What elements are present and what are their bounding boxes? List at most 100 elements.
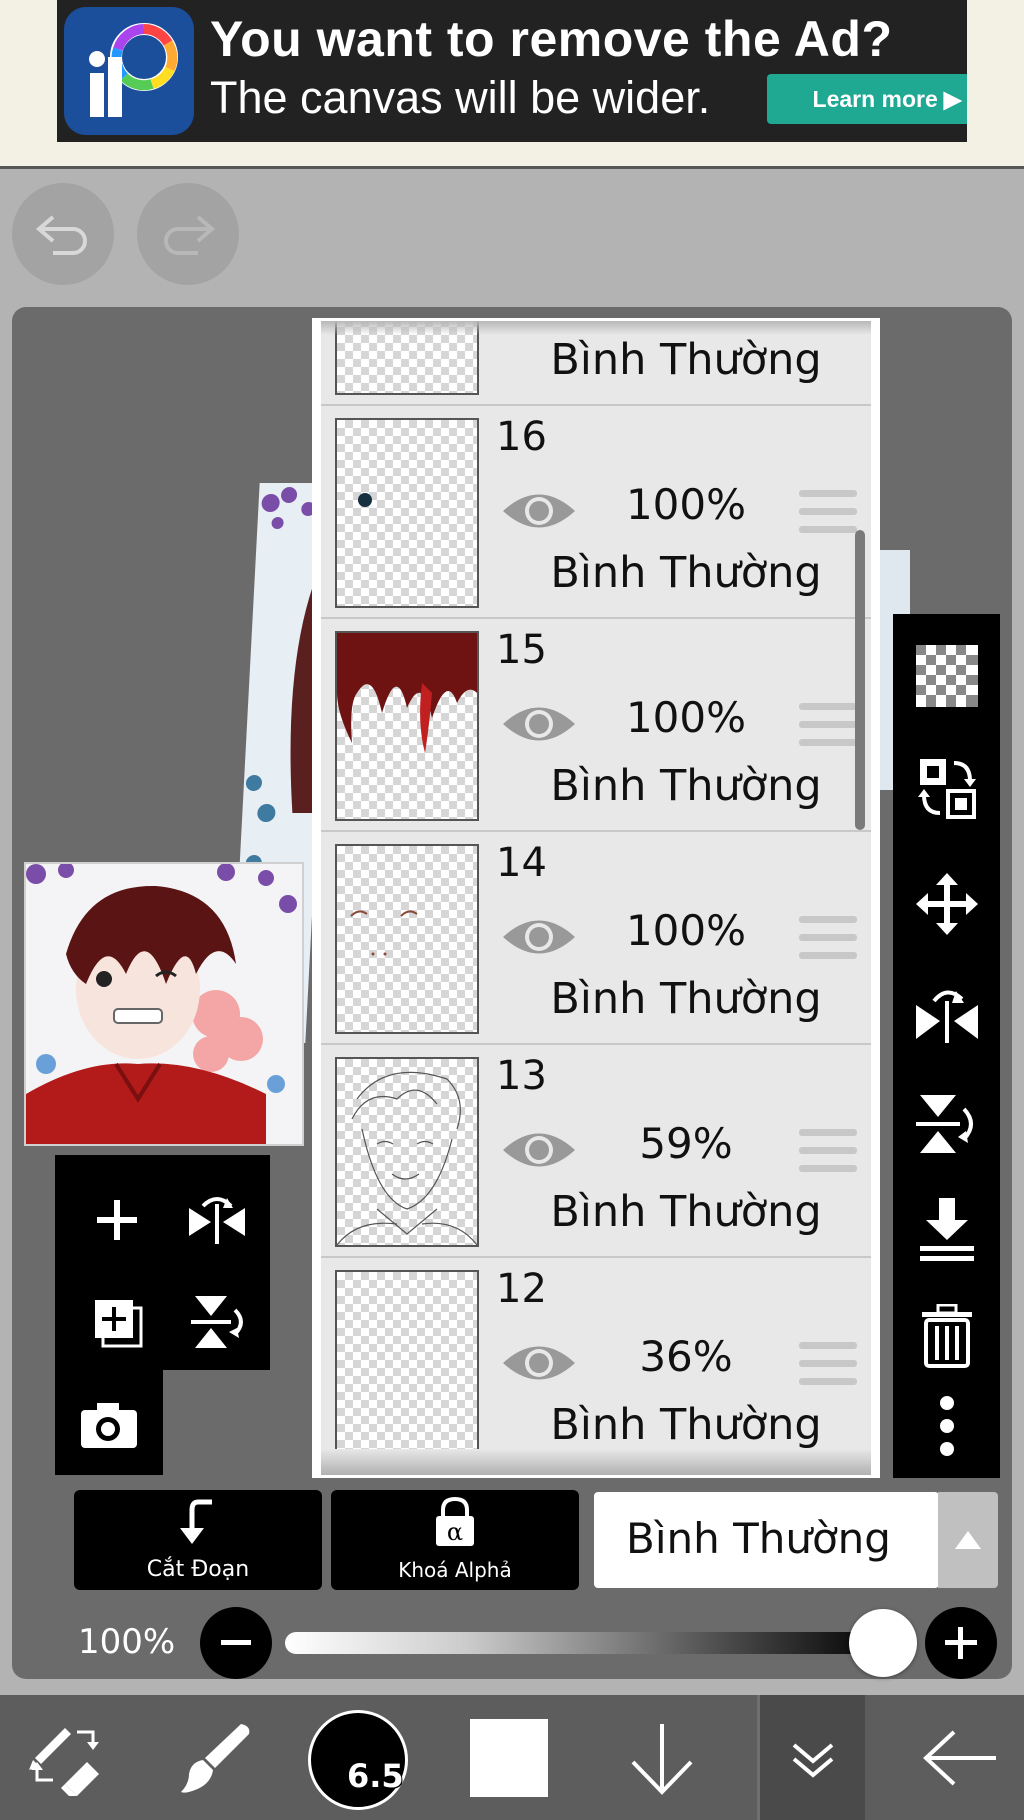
- layer-row[interactable]: 15 100% Bình Thường: [321, 619, 871, 832]
- clipping-label: Cắt Đoạn: [146, 1557, 250, 1582]
- plus-icon: [945, 1627, 977, 1659]
- redo-icon: [164, 215, 216, 255]
- layer-thumbnail: [335, 631, 479, 821]
- drag-handle-icon[interactable]: [799, 703, 857, 747]
- layers-panel-toggle-button[interactable]: [757, 1695, 865, 1820]
- navigator-preview[interactable]: [24, 862, 304, 1146]
- layer-number: 16: [496, 414, 547, 460]
- ad-area: You want to remove the Ad? The canvas wi…: [0, 0, 1024, 169]
- move-arrows-icon: [915, 873, 978, 935]
- blend-mode-value: Bình Thường: [626, 1514, 891, 1563]
- add-layer-button[interactable]: [72, 1175, 162, 1265]
- layer-actions-column: [893, 614, 1000, 1478]
- layer-opacity: 59%: [639, 1119, 733, 1168]
- camera-button[interactable]: [64, 1380, 154, 1470]
- layer-blend-mode: Bình Thường: [550, 761, 822, 811]
- ad-subtitle: The canvas will be wider.: [210, 72, 711, 123]
- back-button[interactable]: [905, 1695, 1015, 1820]
- opacity-slider[interactable]: [285, 1632, 885, 1654]
- opacity-increase-button[interactable]: [925, 1607, 997, 1679]
- layer-tools-panel: [55, 1155, 270, 1475]
- layer-row[interactable]: 12 36% Bình Thường: [321, 1258, 871, 1471]
- layers-panel: Bình Thường 16 100% Bình Thường 15 100% …: [312, 318, 880, 1478]
- svg-text:α: α: [447, 1518, 463, 1546]
- eye-icon[interactable]: [501, 699, 577, 749]
- duplicate-layer-button[interactable]: [72, 1277, 162, 1367]
- alpha-lock-button[interactable]: α Khoá Alphả: [331, 1490, 579, 1590]
- panel-top-shade: [321, 321, 871, 335]
- play-arrow-icon: ▶: [943, 85, 962, 112]
- arrow-left-icon: [923, 1730, 996, 1785]
- flip-horizontal-icon: [915, 990, 978, 1043]
- opacity-decrease-button[interactable]: [200, 1607, 272, 1679]
- layer-opacity: 100%: [625, 693, 747, 742]
- learn-more-button[interactable]: Learn more ▶: [767, 74, 967, 124]
- layer-opacity: 36%: [639, 1332, 733, 1381]
- clipping-arrow-icon: [180, 1499, 212, 1544]
- opacity-slider-knob[interactable]: [849, 1609, 917, 1677]
- minus-icon: [221, 1640, 251, 1645]
- layers-scrollbar[interactable]: [855, 530, 865, 830]
- flip-vertical-icon: [191, 1296, 243, 1348]
- swap-layers-icon: [917, 759, 976, 819]
- layer-row[interactable]: 14 100% Bình Thường: [321, 832, 871, 1045]
- flip-vertical-button[interactable]: [893, 1074, 1000, 1174]
- eye-icon[interactable]: [501, 486, 577, 536]
- merge-down-button[interactable]: [893, 1179, 1000, 1279]
- duplicate-layer-icon: [95, 1300, 143, 1348]
- layer-thumbnail: [335, 418, 479, 608]
- drag-handle-icon[interactable]: [799, 916, 857, 960]
- drag-handle-icon[interactable]: [799, 1342, 857, 1386]
- brush-size-button[interactable]: 6.5: [308, 1710, 408, 1810]
- redo-button[interactable]: [137, 183, 239, 285]
- checkerboard-icon: [915, 645, 978, 707]
- delete-layer-button[interactable]: [893, 1286, 1000, 1386]
- color-swatch-button[interactable]: [470, 1719, 548, 1797]
- eye-icon[interactable]: [501, 1125, 577, 1175]
- tool-switch-button[interactable]: [10, 1695, 120, 1820]
- double-chevron-down-icon: [792, 1742, 833, 1778]
- blend-mode-dropdown-button[interactable]: [938, 1492, 998, 1588]
- undo-icon: [35, 215, 87, 255]
- swap-layers-button[interactable]: [893, 738, 1000, 838]
- layer-number: 13: [496, 1053, 547, 1099]
- blend-mode-select[interactable]: Bình Thường: [594, 1492, 939, 1588]
- layer-blend-mode: Bình Thường: [550, 1400, 822, 1450]
- brush-tool-button[interactable]: [160, 1695, 270, 1820]
- layer-blend-mode: Bình Thường: [550, 548, 822, 598]
- clipping-button[interactable]: Cắt Đoạn: [74, 1490, 322, 1590]
- transparency-layer-button[interactable]: [893, 626, 1000, 726]
- flip-horizontal-icon: [189, 1197, 245, 1244]
- undo-button[interactable]: [12, 183, 114, 285]
- drag-handle-icon[interactable]: [799, 1129, 857, 1173]
- camera-icon: [81, 1403, 137, 1448]
- layer-blend-mode: Bình Thường: [550, 1187, 822, 1237]
- arrow-down-icon: [631, 1723, 693, 1795]
- more-options-button[interactable]: [893, 1376, 1000, 1476]
- layer-blend-mode: Bình Thường: [550, 335, 822, 385]
- layer-thumbnail: [335, 1057, 479, 1247]
- flip-horizontal-button[interactable]: [172, 1175, 262, 1265]
- eye-icon[interactable]: [501, 1338, 577, 1388]
- move-button[interactable]: [893, 854, 1000, 954]
- eye-icon[interactable]: [501, 912, 577, 962]
- drag-handle-icon[interactable]: [799, 490, 857, 534]
- layer-down-button[interactable]: [612, 1695, 712, 1820]
- layer-thumbnail: [335, 844, 479, 1034]
- flip-vertical-button[interactable]: [172, 1277, 262, 1367]
- flip-horizontal-button[interactable]: [893, 964, 1000, 1064]
- layer-row[interactable]: 16 100% Bình Thường: [321, 406, 871, 619]
- merge-down-icon: [919, 1198, 974, 1261]
- ad-banner[interactable]: You want to remove the Ad? The canvas wi…: [57, 0, 967, 142]
- learn-more-label: Learn more: [812, 85, 938, 112]
- flip-vertical-icon: [915, 1095, 973, 1153]
- layer-row[interactable]: 13 59% Bình Thường: [321, 1045, 871, 1258]
- layer-blend-mode: Bình Thường: [550, 974, 822, 1024]
- layer-opacity: 100%: [625, 480, 747, 529]
- more-vertical-icon: [939, 1396, 954, 1456]
- layer-number: 15: [496, 627, 547, 673]
- plus-icon: [97, 1200, 137, 1240]
- panel-bottom-shade: [321, 1449, 871, 1475]
- layer-opacity: 100%: [625, 906, 747, 955]
- layer-thumbnail: [335, 1270, 479, 1460]
